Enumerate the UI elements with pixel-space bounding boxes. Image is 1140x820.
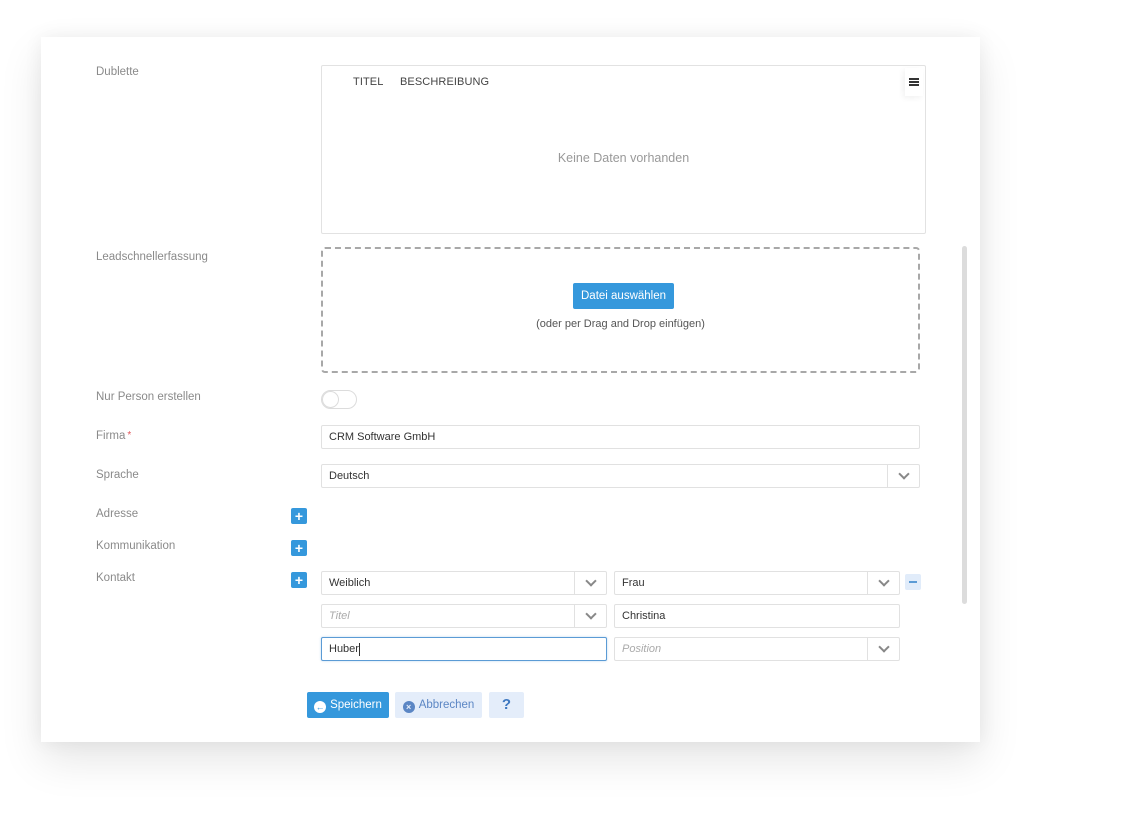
help-button[interactable]: ? [489, 692, 524, 718]
nur-person-label: Nur Person erstellen [96, 391, 201, 403]
save-button[interactable]: ← Speichern [307, 692, 389, 718]
kontakt-label: Kontakt [96, 572, 135, 584]
vertical-scrollbar[interactable] [962, 246, 967, 604]
add-adresse-button[interactable]: + [291, 508, 307, 524]
vorname-input[interactable]: Christina [614, 604, 900, 628]
chevron-down-icon[interactable] [867, 572, 899, 594]
required-marker: * [127, 430, 132, 441]
file-drop-zone[interactable]: Datei auswählen (oder per Drag and Drop … [321, 247, 920, 373]
dublette-label: Dublette [96, 66, 139, 78]
lead-form-card: Dublette TITEL BESCHREIBUNG Keine Daten … [41, 37, 980, 742]
chevron-down-icon[interactable] [867, 638, 899, 660]
dublette-grid: TITEL BESCHREIBUNG Keine Daten vorhanden [321, 65, 926, 234]
position-select[interactable]: Position [614, 637, 900, 661]
adresse-label: Adresse [96, 508, 139, 520]
leadschnellerfassung-label: Leadschnellerfassung [96, 251, 208, 263]
chevron-down-icon[interactable] [887, 465, 919, 487]
add-kommunikation-button[interactable]: + [291, 540, 307, 556]
chevron-down-icon[interactable] [574, 572, 606, 594]
firma-label: Firma * [96, 430, 132, 442]
kommunikation-label: Kommunikation [96, 540, 176, 552]
titel-select[interactable]: Titel [321, 604, 607, 628]
minus-icon [909, 581, 917, 583]
geschlecht-select[interactable]: Weiblich [321, 571, 607, 595]
sprache-label: Sprache [96, 469, 139, 481]
remove-kontakt-button[interactable] [905, 574, 921, 590]
column-header-beschreibung[interactable]: BESCHREIBUNG [400, 76, 489, 88]
drop-hint: (oder per Drag and Drop einfügen) [536, 318, 705, 330]
close-circle-icon: × [402, 701, 415, 713]
hamburger-menu-icon[interactable] [905, 68, 923, 96]
arrow-left-circle-icon: ← [314, 701, 327, 713]
column-header-titel[interactable]: TITEL [353, 76, 383, 88]
empty-state-text: Keine Daten vorhanden [557, 151, 690, 165]
toggle-knob [322, 391, 339, 408]
select-file-button[interactable]: Datei auswählen [573, 283, 675, 309]
nur-person-toggle[interactable] [321, 390, 357, 409]
firma-input[interactable]: CRM Software GmbH [321, 425, 920, 449]
chevron-down-icon[interactable] [574, 605, 606, 627]
nachname-input[interactable]: Huber [321, 637, 607, 661]
text-caret [358, 642, 360, 656]
sprache-select[interactable]: Deutsch [321, 464, 920, 488]
anrede-select[interactable]: Frau [614, 571, 900, 595]
add-kontakt-button[interactable]: + [291, 572, 307, 588]
cancel-button[interactable]: × Abbrechen [395, 692, 482, 718]
